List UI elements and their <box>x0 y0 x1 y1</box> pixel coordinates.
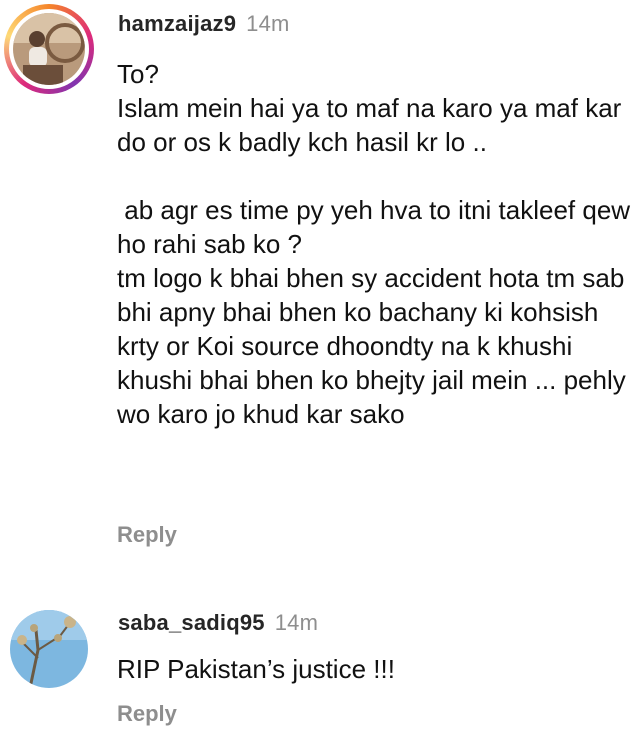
profile-photo-icon <box>10 610 88 688</box>
comment-item: saba_sadiq95 14m RIP Pakistan’s justice !… <box>0 0 633 731</box>
username-text[interactable]: saba_sadiq95 <box>118 610 265 635</box>
comment-username[interactable]: saba_sadiq95 14m <box>118 610 318 636</box>
comment-text: RIP Pakistan’s justice !!! <box>117 654 395 684</box>
comment-timestamp: 14m <box>274 610 319 635</box>
reply-button[interactable]: Reply <box>117 701 177 727</box>
avatar[interactable] <box>10 610 88 688</box>
